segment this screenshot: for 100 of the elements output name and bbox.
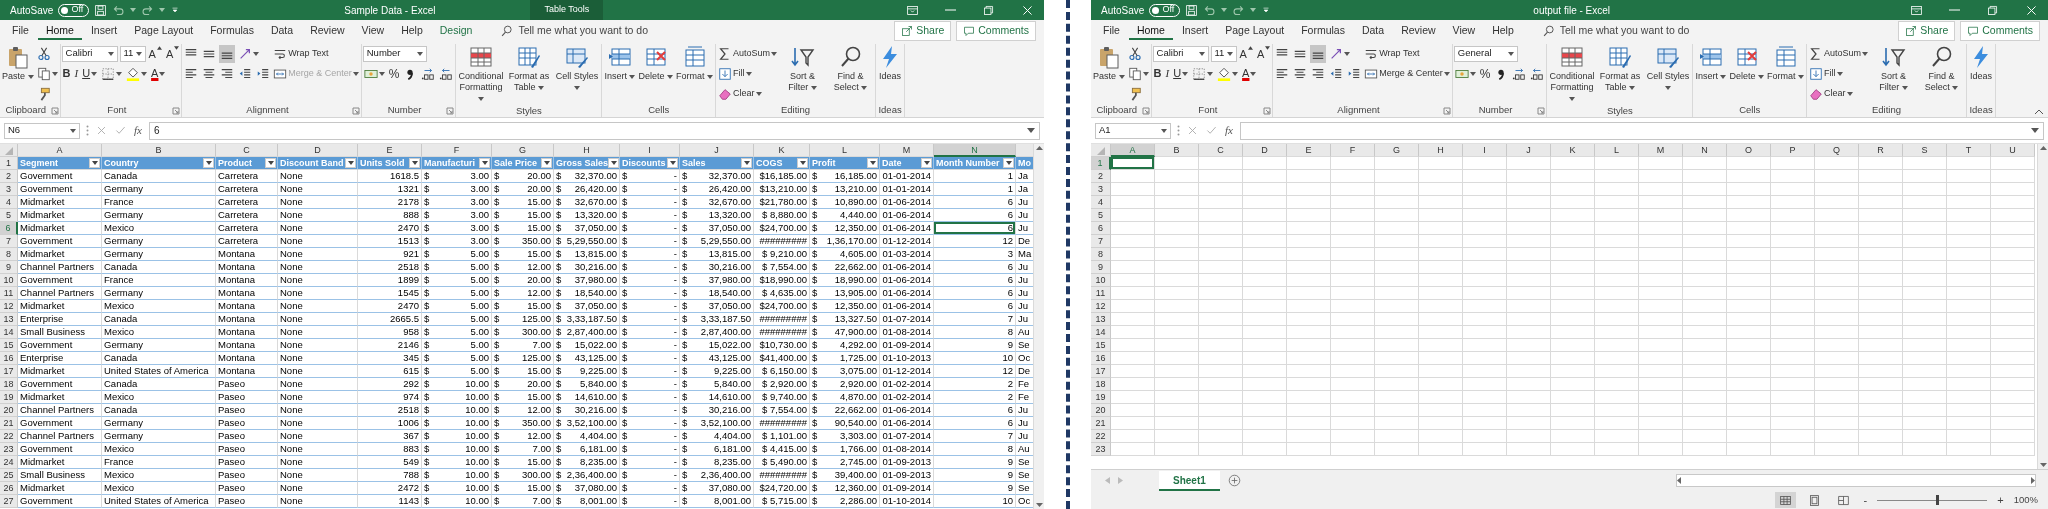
percent-button[interactable]: %: [387, 64, 401, 83]
format-button[interactable]: Format: [1766, 44, 1805, 83]
merge-center-button[interactable]: Merge & Center: [1363, 64, 1451, 83]
ribbon-tab[interactable]: Insert: [82, 22, 126, 40]
row-number[interactable]: 15: [1091, 339, 1111, 352]
column-letter[interactable]: A: [1111, 144, 1155, 157]
insert-button[interactable]: Insert: [1694, 44, 1728, 83]
row-number[interactable]: 8: [1091, 248, 1111, 261]
filter-button[interactable]: [89, 158, 100, 168]
percent-button[interactable]: %: [1478, 64, 1492, 83]
column-letter[interactable]: E: [1287, 144, 1331, 157]
filter-button[interactable]: [608, 158, 620, 168]
font-size-field[interactable]: 11: [1210, 45, 1237, 62]
row-number[interactable]: 6: [0, 222, 18, 235]
filter-button[interactable]: [867, 158, 878, 168]
filter-button[interactable]: [265, 158, 276, 168]
slider-thumb[interactable]: [1936, 494, 1940, 505]
delete-button[interactable]: Delete: [1728, 44, 1765, 83]
format-as-table-button[interactable]: Format as Table: [505, 44, 553, 94]
row-number[interactable]: 26: [0, 482, 18, 495]
font-color-button[interactable]: A: [150, 64, 167, 83]
ribbon-tab[interactable]: View: [1444, 22, 1484, 40]
ribbon-tab[interactable]: Help: [393, 22, 431, 40]
row-number[interactable]: 17: [1091, 365, 1111, 378]
ribbon-tab[interactable]: Data: [262, 22, 302, 40]
column-letter[interactable]: N: [934, 144, 1016, 157]
ribbon-tab[interactable]: Design: [431, 22, 481, 40]
column-letter[interactable]: E: [358, 144, 422, 157]
ribbon-tab[interactable]: Page Layout: [1217, 22, 1293, 40]
row-number[interactable]: 2: [0, 170, 18, 183]
share-button[interactable]: Share: [894, 21, 952, 41]
ribbon-tab[interactable]: Page Layout: [126, 22, 202, 40]
column-letter[interactable]: G: [1375, 144, 1419, 157]
column-letter[interactable]: M: [1639, 144, 1683, 157]
row-number[interactable]: 13: [0, 313, 18, 326]
cell-styles-button[interactable]: Cell Styles: [553, 44, 601, 94]
insert-button[interactable]: Insert: [603, 44, 637, 83]
fill-button[interactable]: Fill: [1808, 64, 1844, 83]
ideas-button[interactable]: Ideas: [1968, 44, 1995, 83]
wrap-text-button[interactable]: Wrap Text: [272, 44, 330, 63]
column-letter[interactable]: J: [680, 144, 754, 157]
row-number[interactable]: 3: [1091, 183, 1111, 196]
view-button[interactable]: [1774, 492, 1796, 508]
conditional-formatting-button[interactable]: Conditional Formatting: [457, 44, 505, 105]
column-letter[interactable]: C: [1199, 144, 1243, 157]
name-box[interactable]: N6: [4, 122, 80, 139]
ribbon-tab[interactable]: Review: [1393, 22, 1444, 40]
share-button[interactable]: Share: [1898, 21, 1956, 41]
row-number[interactable]: 10: [1091, 274, 1111, 287]
filter-button[interactable]: [479, 158, 490, 168]
column-letter[interactable]: H: [1419, 144, 1463, 157]
insert-function-button[interactable]: fx: [133, 121, 143, 140]
row-number[interactable]: 13: [1091, 313, 1111, 326]
clear-button[interactable]: Clear: [717, 84, 763, 103]
column-letter[interactable]: G: [492, 144, 554, 157]
row-number[interactable]: 19: [0, 391, 18, 404]
row-number[interactable]: 9: [1091, 261, 1111, 274]
column-letter[interactable]: M: [880, 144, 934, 157]
column-letter[interactable]: J: [1507, 144, 1551, 157]
column-letter[interactable]: I: [1463, 144, 1507, 157]
tell-me-search[interactable]: Tell me what you want to do: [1536, 22, 1696, 40]
row-number[interactable]: 1: [0, 157, 18, 170]
row-number[interactable]: 3: [0, 183, 18, 196]
row-number[interactable]: 7: [1091, 235, 1111, 248]
column-letter[interactable]: O: [1727, 144, 1771, 157]
ribbon-tab[interactable]: Home: [1128, 22, 1173, 40]
fill-button[interactable]: Fill: [717, 64, 753, 83]
ribbon-tab[interactable]: Home: [37, 22, 82, 40]
align-bottom-button[interactable]: [1310, 44, 1327, 63]
row-number[interactable]: 11: [0, 287, 18, 300]
grow-font-button[interactable]: A: [1238, 44, 1254, 63]
filter-button[interactable]: [797, 158, 808, 168]
bold-button[interactable]: B: [61, 64, 72, 83]
zoom-out-button[interactable]: -: [1861, 491, 1870, 509]
row-number[interactable]: 20: [0, 404, 18, 417]
column-letter[interactable]: U: [1991, 144, 2035, 157]
find-select-button[interactable]: Find & Select: [827, 44, 875, 94]
shrink-font-button[interactable]: A: [164, 44, 181, 63]
ribbon-tab[interactable]: Formulas: [202, 22, 262, 40]
underline-button[interactable]: U: [1172, 64, 1190, 83]
row-number[interactable]: 20: [1091, 404, 1111, 417]
column-letter[interactable]: C: [216, 144, 278, 157]
ribbon-tab[interactable]: File: [1095, 22, 1128, 40]
filter-button[interactable]: [1003, 158, 1014, 168]
filter-button[interactable]: [203, 158, 214, 168]
column-letter[interactable]: I: [620, 144, 680, 157]
sort-filter-button[interactable]: Sort & Filter: [1870, 44, 1918, 94]
find-select-button[interactable]: Find & Select: [1918, 44, 1966, 94]
row-number[interactable]: 17: [0, 365, 18, 378]
column-letter[interactable]: A: [18, 144, 102, 157]
column-letter[interactable]: N: [1683, 144, 1727, 157]
italic-button[interactable]: I: [1164, 64, 1171, 83]
row-number[interactable]: 22: [0, 430, 18, 443]
row-number[interactable]: 1: [1091, 157, 1111, 170]
ribbon-tab[interactable]: Review: [302, 22, 353, 40]
row-number[interactable]: 12: [1091, 300, 1111, 313]
ribbon-tab[interactable]: Data: [1353, 22, 1393, 40]
formula-field[interactable]: 6: [148, 121, 1040, 140]
column-letter[interactable]: R: [1859, 144, 1903, 157]
row-number[interactable]: 7: [0, 235, 18, 248]
